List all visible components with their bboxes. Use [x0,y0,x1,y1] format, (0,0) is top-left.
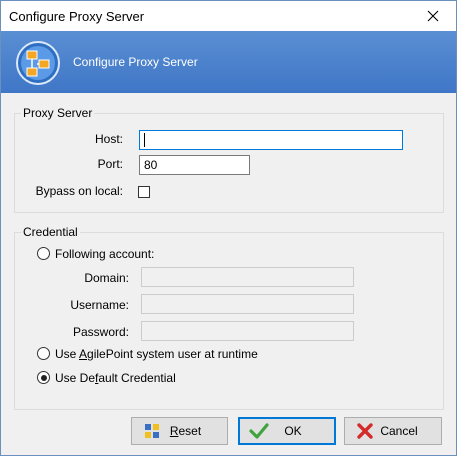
default-label-pre: Use De [55,371,96,385]
header-banner: Configure Proxy Server [1,31,456,93]
ok-label: OK [284,424,302,438]
window-title: Configure Proxy Server [9,9,145,24]
bypass-local-label: Bypass on local: [35,184,123,198]
host-label: Host: [94,132,123,146]
password-label: Password: [72,325,129,339]
reset-button[interactable]: Reset [131,417,228,445]
agilepoint-label-post: gilePoint system user at runtime [87,347,258,361]
agilepoint-user-radio[interactable] [37,347,50,360]
cancel-x-icon [355,421,375,441]
host-input[interactable] [139,130,403,150]
default-label-post: ault Credential [98,371,176,385]
agilepoint-label-mnemonic: A [79,347,88,361]
banner-title: Configure Proxy Server [73,55,198,69]
network-server-icon [15,40,61,86]
default-credential-label[interactable]: Use Default Credential [55,371,176,385]
dialog-window: Configure Proxy Server Configure Proxy S… [0,0,457,456]
ok-button[interactable]: OK [238,417,336,445]
close-button[interactable] [410,1,456,31]
title-bar: Configure Proxy Server [1,1,456,31]
domain-input[interactable] [141,267,354,287]
password-input[interactable] [141,321,354,341]
checkmark-icon [249,421,269,441]
following-account-label[interactable]: Following account: [55,247,154,261]
following-account-radio[interactable] [37,247,50,260]
cancel-label: Cancel [380,424,418,438]
default-credential-radio[interactable] [37,371,50,384]
port-label: Port: [97,157,123,171]
username-label: Username: [70,298,129,312]
agilepoint-label-pre: Use [55,347,80,361]
reset-label: Reset [162,424,227,438]
username-input[interactable] [141,294,354,314]
credential-legend: Credential [23,225,78,239]
agilepoint-user-label[interactable]: Use AgilePoint system user at runtime [55,347,258,361]
close-icon [427,10,439,22]
cancel-button[interactable]: Cancel [344,417,442,445]
proxy-server-legend: Proxy Server [23,106,93,120]
reset-label-rest: eset [178,424,202,438]
domain-label: Domain: [84,271,129,285]
text-cursor [144,133,145,147]
port-input[interactable] [139,155,250,175]
reset-icon [142,421,162,441]
bypass-local-checkbox[interactable] [138,186,150,198]
